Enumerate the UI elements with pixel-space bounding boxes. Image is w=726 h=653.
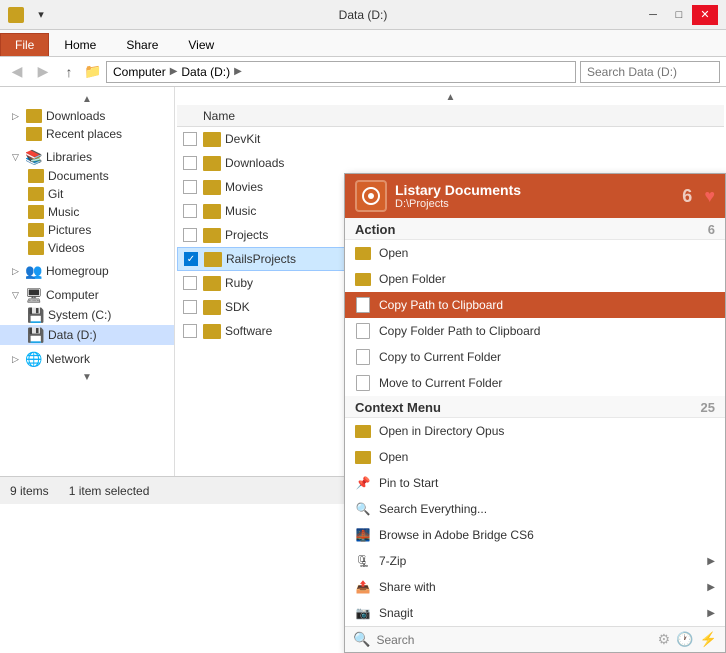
- maximize-button[interactable]: □: [666, 5, 692, 25]
- action-open-folder-label: Open Folder: [379, 272, 446, 286]
- context-opus-label: Open in Directory Opus: [379, 424, 504, 438]
- folder-icon: [355, 423, 371, 439]
- forward-button[interactable]: ▶: [32, 61, 54, 83]
- action-copy-current-label: Copy to Current Folder: [379, 350, 501, 364]
- context-pin-label: Pin to Start: [379, 476, 438, 490]
- tab-home[interactable]: Home: [49, 33, 111, 56]
- listary-title: Listary Documents: [395, 182, 521, 198]
- address-bar: ◀ ▶ ↑ 📁 Computer ▶ Data (D:) ▶: [0, 57, 726, 87]
- context-share-label: Share with: [379, 580, 436, 594]
- context-count: 25: [701, 400, 715, 415]
- path-icon: 📁: [84, 61, 102, 83]
- context-search-label: Search Everything...: [379, 502, 487, 516]
- context-item-7zip[interactable]: 🗜 7-Zip ▶: [345, 548, 725, 574]
- action-item-open-folder[interactable]: Open Folder: [345, 266, 725, 292]
- context-item-opus[interactable]: Open in Directory Opus: [345, 418, 725, 444]
- doc-icon: [355, 349, 371, 365]
- main-area: ▲ ▷ Downloads Recent places ▽ 📚 Librarie…: [0, 87, 726, 476]
- quick-access-toolbar: ▾: [8, 5, 54, 25]
- item-count: 9 items: [10, 484, 49, 498]
- menu-search-input[interactable]: [376, 633, 651, 647]
- action-count: 6: [708, 222, 715, 237]
- bridge-icon: 🌉: [355, 527, 371, 543]
- action-move-current-label: Move to Current Folder: [379, 376, 502, 390]
- ribbon: File Home Share View: [0, 30, 726, 57]
- context-section-header: Context Menu 25: [345, 396, 725, 418]
- context-item-bridge[interactable]: 🌉 Browse in Adobe Bridge CS6: [345, 522, 725, 548]
- back-button[interactable]: ◀: [6, 61, 28, 83]
- snagit-icon: 📷: [355, 605, 371, 621]
- context-item-share[interactable]: 📤 Share with ▶: [345, 574, 725, 600]
- folder-icon: [355, 449, 371, 465]
- context-menu-overlay: Listary Documents D:\Projects 6 ♥ Action…: [0, 87, 726, 476]
- folder-icon: [355, 245, 371, 261]
- search-clock-icon: 🕐: [676, 631, 693, 648]
- context-item-snagit[interactable]: 📷 Snagit ▶: [345, 600, 725, 626]
- arrow-icon: ▶: [707, 608, 715, 619]
- context-snagit-label: Snagit: [379, 606, 413, 620]
- context-7zip-label: 7-Zip: [379, 554, 406, 568]
- share-icon: 📤: [355, 579, 371, 595]
- listary-subtitle: D:\Projects: [395, 198, 521, 210]
- pin-icon: 📌: [355, 475, 371, 491]
- window-title: Data (D:): [339, 8, 388, 22]
- context-item-open[interactable]: Open: [345, 444, 725, 470]
- quick-access-btn-1[interactable]: ▾: [28, 5, 54, 25]
- action-label: Action: [355, 222, 395, 237]
- path-data[interactable]: Data (D:): [181, 65, 230, 79]
- search-input[interactable]: [580, 61, 720, 83]
- arrow-icon: ▶: [707, 582, 715, 593]
- context-label: Context Menu: [355, 400, 441, 415]
- zip-icon: 🗜: [355, 553, 371, 569]
- listary-info: Listary Documents D:\Projects: [395, 182, 521, 210]
- context-item-pin[interactable]: 📌 Pin to Start: [345, 470, 725, 496]
- context-menu: Listary Documents D:\Projects 6 ♥ Action…: [344, 173, 726, 653]
- tab-share[interactable]: Share: [111, 33, 173, 56]
- title-bar: ▾ Data (D:) ─ □ ✕: [0, 0, 726, 30]
- close-button[interactable]: ✕: [692, 5, 718, 25]
- action-open-label: Open: [379, 246, 408, 260]
- tab-file[interactable]: File: [0, 33, 49, 56]
- listary-header: Listary Documents D:\Projects 6 ♥: [345, 174, 725, 218]
- action-item-copy-folder-path[interactable]: Copy Folder Path to Clipboard: [345, 318, 725, 344]
- path-arrow-2: ▶: [234, 66, 242, 77]
- menu-search-bar: 🔍 ⚙ 🕐 ⚡: [345, 626, 725, 652]
- action-item-copy-path[interactable]: Copy Path to Clipboard: [345, 292, 725, 318]
- path-computer[interactable]: Computer: [113, 65, 166, 79]
- search-icon: 🔍: [355, 501, 371, 517]
- heart-icon: ♥: [704, 186, 715, 207]
- folder-icon: [8, 7, 24, 23]
- search-icon: 🔍: [353, 631, 370, 648]
- window-controls: ─ □ ✕: [640, 5, 718, 25]
- action-copy-folder-path-label: Copy Folder Path to Clipboard: [379, 324, 540, 338]
- folder-icon: [355, 271, 371, 287]
- tab-view[interactable]: View: [173, 33, 229, 56]
- context-bridge-label: Browse in Adobe Bridge CS6: [379, 528, 534, 542]
- context-open-label: Open: [379, 450, 408, 464]
- action-item-open[interactable]: Open: [345, 240, 725, 266]
- search-tools-icon: ⚙: [658, 631, 671, 648]
- action-item-move-current[interactable]: Move to Current Folder: [345, 370, 725, 396]
- ribbon-tabs: File Home Share View: [0, 30, 726, 56]
- arrow-icon: ▶: [707, 556, 715, 567]
- up-button[interactable]: ↑: [58, 61, 80, 83]
- minimize-button[interactable]: ─: [640, 5, 666, 25]
- doc-icon: [355, 375, 371, 391]
- selected-count: 1 item selected: [69, 484, 150, 498]
- address-path[interactable]: Computer ▶ Data (D:) ▶: [106, 61, 576, 83]
- action-section-header: Action 6: [345, 218, 725, 240]
- action-item-copy-current[interactable]: Copy to Current Folder: [345, 344, 725, 370]
- action-copy-path-label: Copy Path to Clipboard: [379, 298, 503, 312]
- search-bolt-icon: ⚡: [700, 631, 717, 648]
- path-arrow-1: ▶: [170, 66, 178, 77]
- doc-icon: [355, 323, 371, 339]
- doc-icon: [355, 297, 371, 313]
- listary-count: 6: [682, 186, 692, 207]
- listary-icon: [355, 180, 387, 212]
- context-item-search[interactable]: 🔍 Search Everything...: [345, 496, 725, 522]
